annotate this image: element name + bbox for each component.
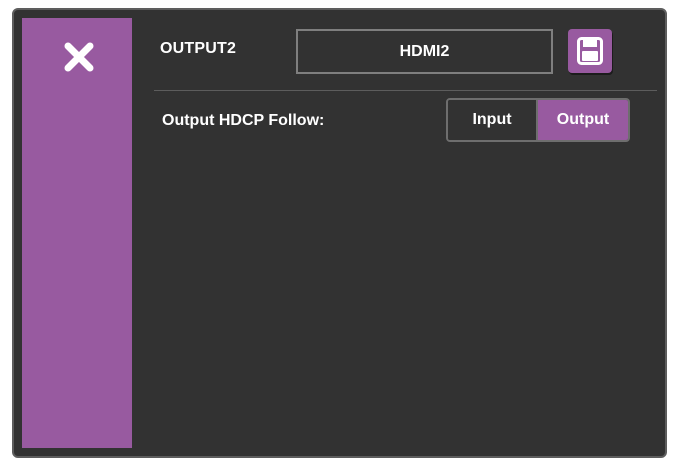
save-button[interactable] [568,29,612,73]
save-icon [577,37,603,65]
divider [154,90,657,91]
close-button[interactable] [62,40,96,74]
port-name-field[interactable]: HDMI2 [296,29,553,74]
hdcp-follow-toggle: Input Output [446,98,630,142]
hdcp-follow-input-option[interactable]: Input [448,100,536,140]
hdcp-follow-label: Output HDCP Follow: [162,112,325,129]
port-label: OUTPUT2 [160,40,237,57]
output-settings-panel: OUTPUT2 HDMI2 Output HDCP Follow: Input … [12,8,667,458]
close-icon [64,42,94,72]
hdcp-follow-output-option[interactable]: Output [536,100,628,140]
side-bar [22,18,132,448]
